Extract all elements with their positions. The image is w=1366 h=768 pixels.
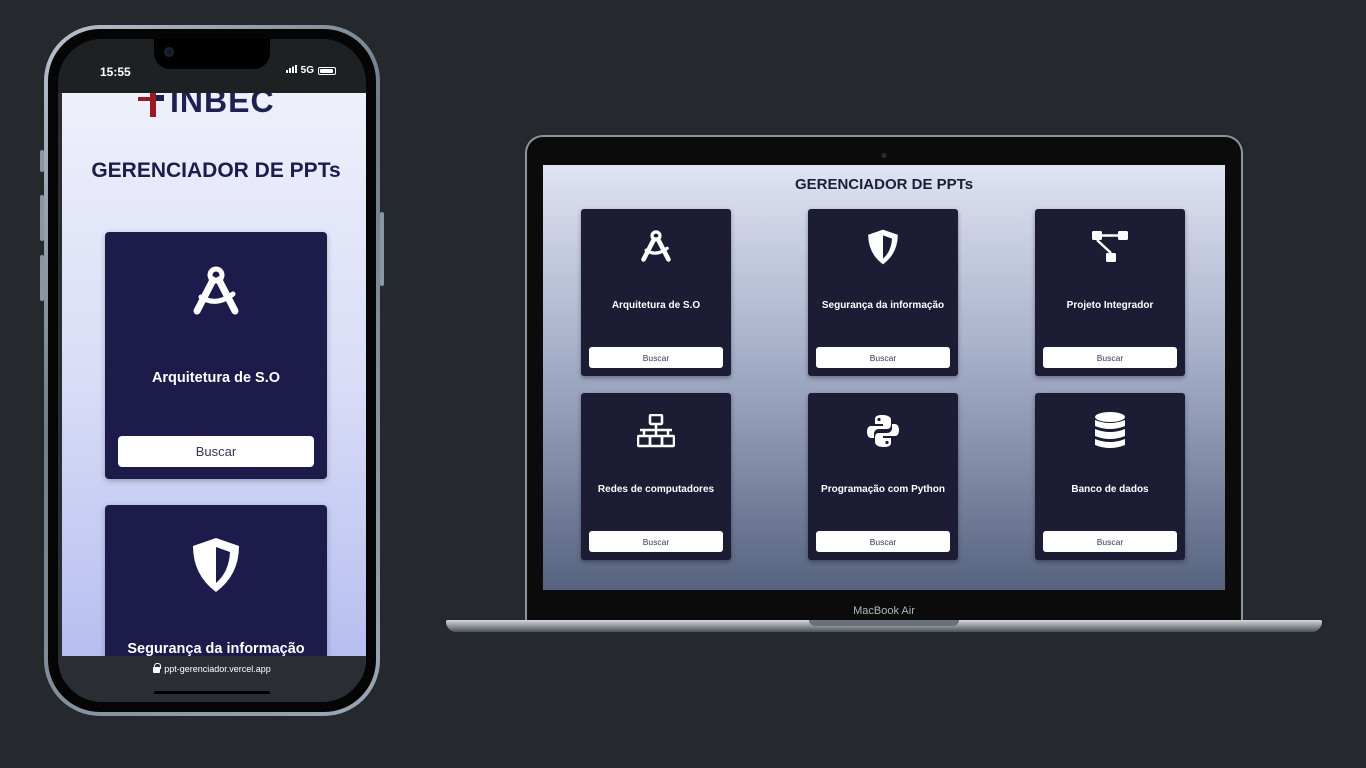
course-card: Segurança da informação Buscar — [808, 209, 958, 376]
buscar-button[interactable]: Buscar — [589, 347, 723, 368]
drafting-compass-icon — [636, 227, 676, 267]
browser-url-bar[interactable]: ppt-gerenciador.vercel.app — [58, 656, 366, 702]
card-label: Redes de computadores — [597, 484, 715, 495]
buscar-button[interactable]: Buscar — [816, 531, 950, 552]
phone-webpage: INBEC GERENCIADOR DE PPTs Arquitetura de… — [62, 93, 366, 679]
status-indicators: 5G — [285, 65, 336, 76]
logo-mark-icon — [138, 93, 168, 117]
shield-icon — [863, 227, 903, 267]
database-icon — [1090, 411, 1130, 451]
card-label: Programação com Python — [821, 484, 945, 495]
diagram-project-icon — [1090, 227, 1130, 267]
buscar-button[interactable]: Buscar — [816, 347, 950, 368]
shield-icon — [186, 535, 246, 595]
buscar-button[interactable]: Buscar — [118, 436, 314, 467]
laptop-opening-notch — [809, 620, 959, 626]
phone-body: 15:55 5G INBEC GERENCIADOR DE PPTs Arqui… — [48, 29, 376, 712]
laptop-webpage: GERENCIADOR DE PPTs Arquitetura de S.O B… — [543, 165, 1225, 590]
card-label: Segurança da informação — [821, 300, 945, 311]
course-card: Arquitetura de S.O Buscar — [581, 209, 731, 376]
course-card: Projeto Integrador Buscar — [1035, 209, 1185, 376]
lock-icon — [153, 663, 162, 673]
laptop-model-label: MacBook Air — [853, 605, 915, 617]
laptop-mockup: GERENCIADOR DE PPTs Arquitetura de S.O B… — [525, 135, 1243, 623]
status-time: 15:55 — [100, 65, 131, 79]
phone-power-button — [380, 212, 384, 286]
card-label: Arquitetura de S.O — [151, 370, 281, 386]
buscar-button[interactable]: Buscar — [1043, 531, 1177, 552]
phone-mockup: 15:55 5G INBEC GERENCIADOR DE PPTs Arqui… — [44, 25, 380, 716]
url-text: ppt-gerenciador.vercel.app — [164, 664, 271, 674]
laptop-camera — [881, 153, 887, 158]
phone-notch — [154, 39, 270, 69]
course-card: Banco de dados Buscar — [1035, 393, 1185, 560]
course-card: Programação com Python Buscar — [808, 393, 958, 560]
url-display[interactable]: ppt-gerenciador.vercel.app — [58, 663, 366, 674]
home-indicator[interactable] — [154, 691, 270, 694]
logo-text: INBEC — [170, 93, 275, 119]
python-icon — [863, 411, 903, 451]
card-label: Arquitetura de S.O — [611, 300, 701, 311]
signal-icon — [285, 65, 297, 76]
buscar-button[interactable]: Buscar — [589, 531, 723, 552]
laptop-base — [446, 620, 1322, 632]
phone-screen: 15:55 5G INBEC GERENCIADOR DE PPTs Arqui… — [58, 39, 366, 702]
battery-icon — [318, 66, 336, 75]
network-icon — [636, 411, 676, 451]
card-label: Banco de dados — [1071, 484, 1149, 495]
card-label: Projeto Integrador — [1066, 300, 1154, 311]
course-card: Redes de computadores Buscar — [581, 393, 731, 560]
front-camera — [164, 47, 174, 57]
inbec-logo: INBEC — [138, 93, 275, 121]
network-type: 5G — [300, 65, 314, 76]
buscar-button[interactable]: Buscar — [1043, 347, 1177, 368]
course-card: Arquitetura de S.O Buscar — [105, 232, 327, 479]
drafting-compass-icon — [186, 262, 246, 322]
card-label: Segurança da informação — [127, 641, 305, 657]
course-card: Segurança da informação — [105, 505, 327, 679]
page-title: GERENCIADOR DE PPTs — [794, 176, 974, 193]
page-title: GERENCIADOR DE PPTs — [91, 159, 341, 182]
